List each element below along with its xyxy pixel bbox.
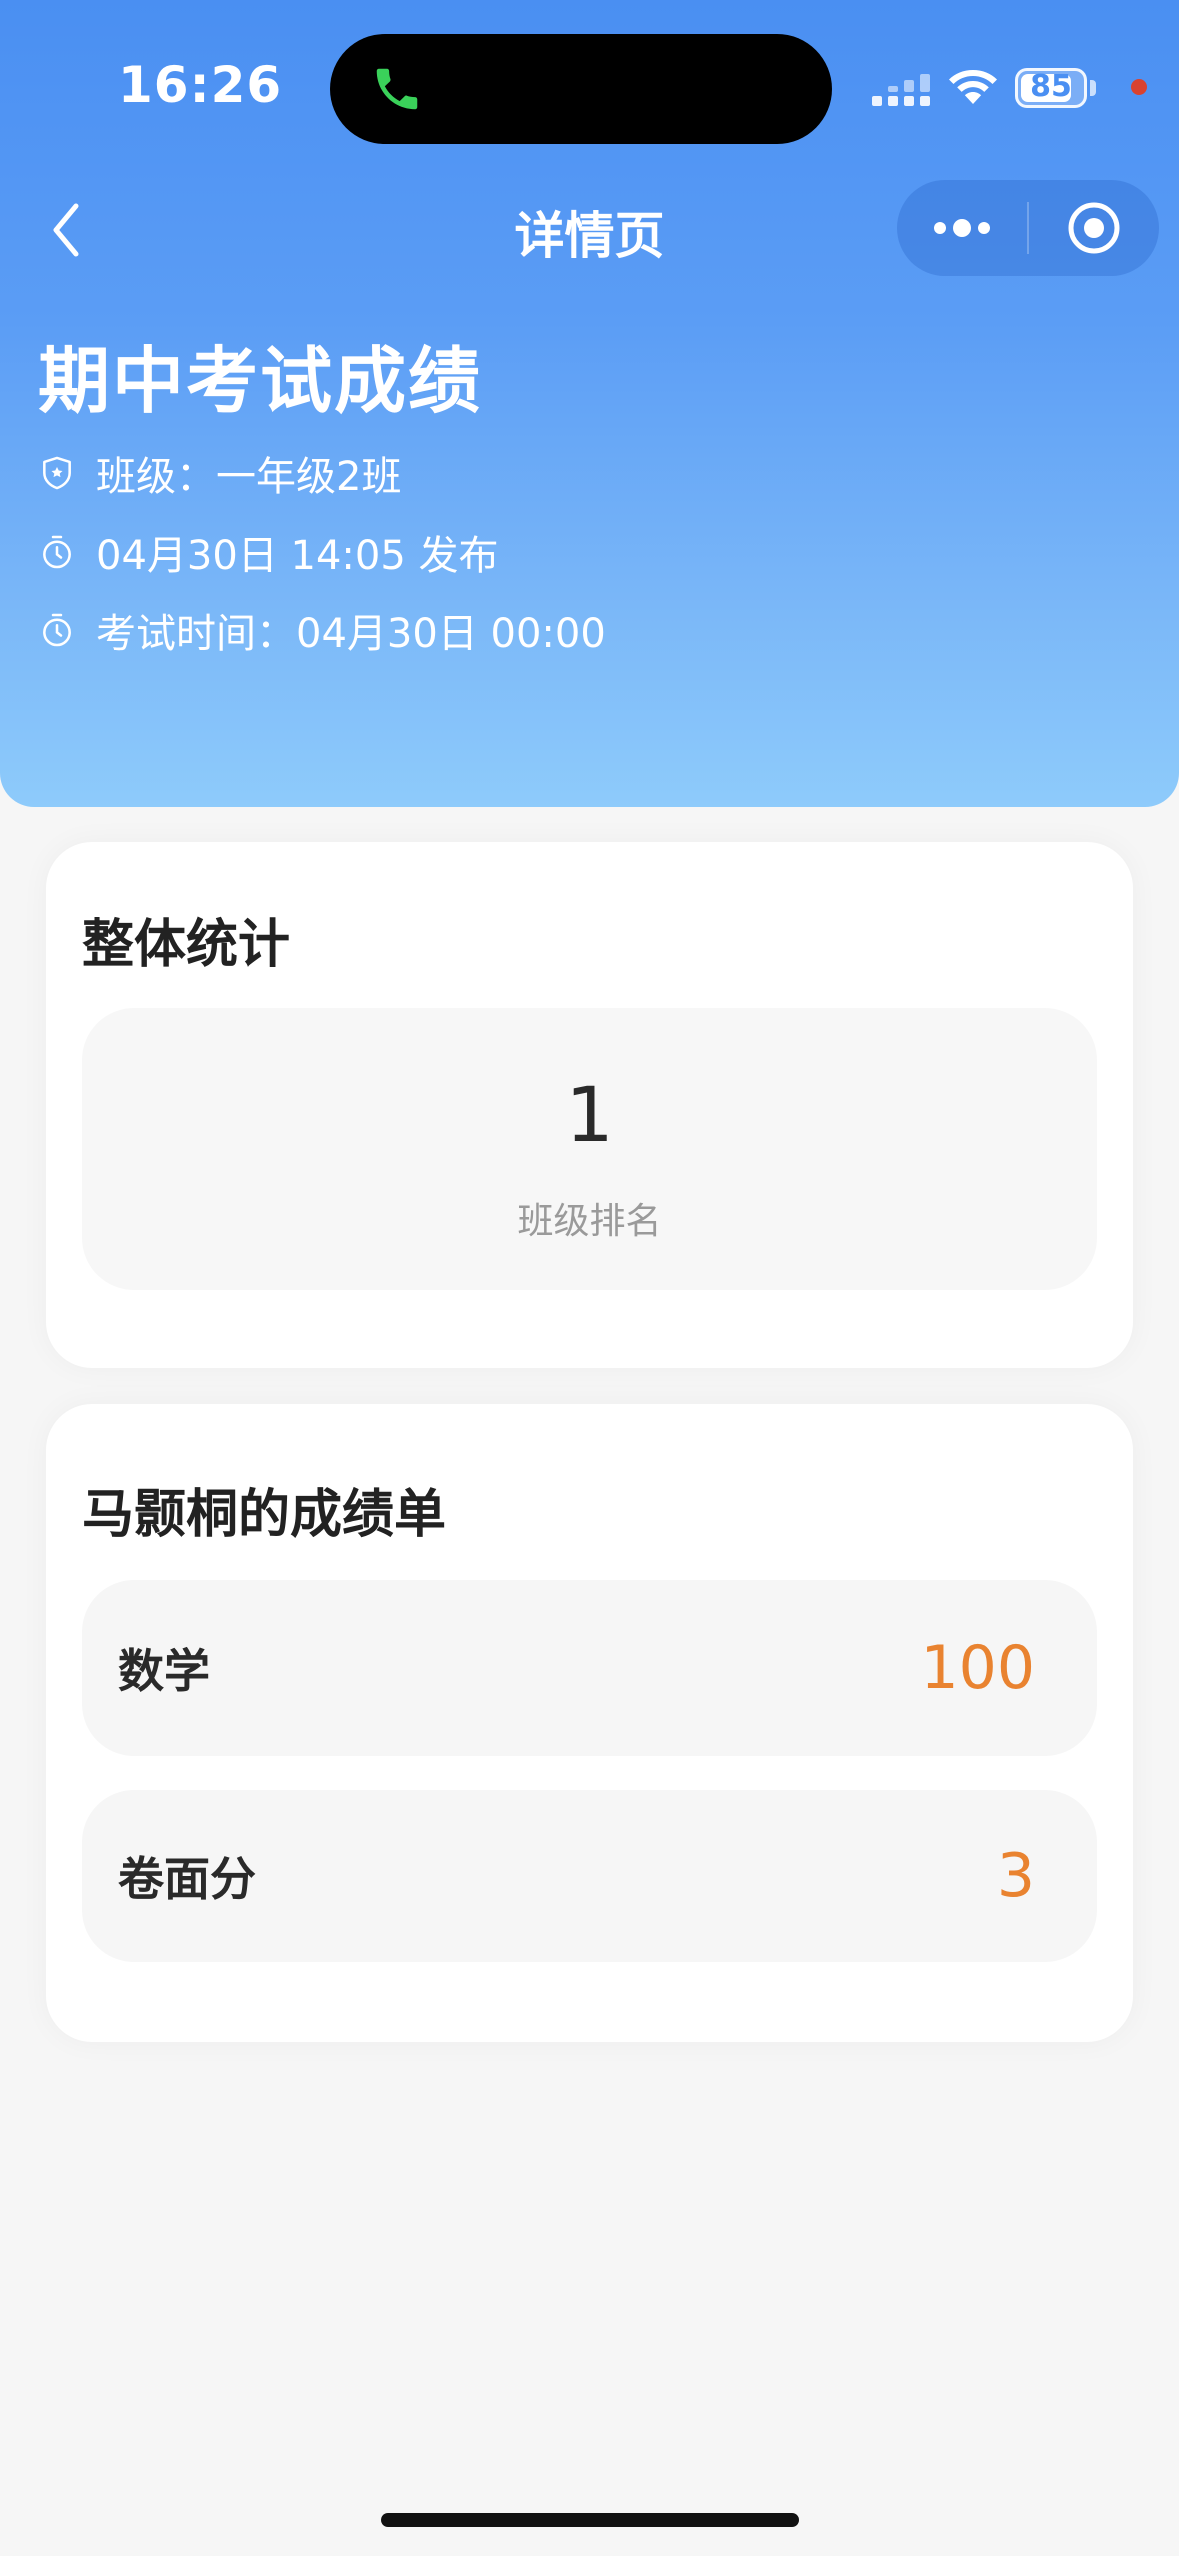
exam-time: 考试时间：04月30日 00:00: [96, 611, 606, 657]
class-rank-value: 1: [565, 1070, 614, 1159]
wifi-icon: [949, 70, 997, 104]
mini-program-capsule: [897, 180, 1159, 276]
exam-time-info: 考试时间：04月30日 00:00: [38, 605, 606, 657]
exam-title: 期中考试成绩: [38, 339, 483, 423]
class-rank-label: 班级排名: [517, 1201, 662, 1242]
more-button[interactable]: [897, 180, 1027, 276]
shield-icon: [43, 456, 71, 490]
publish-info: 04月30日 14:05 发布: [38, 527, 499, 579]
battery-percent: 85: [1030, 69, 1072, 104]
phone-call-icon: [376, 68, 418, 110]
status-time: 16:26: [118, 56, 283, 114]
dynamic-island[interactable]: [330, 34, 832, 144]
target-circle-icon: [1068, 202, 1120, 254]
stats-title: 整体统计: [82, 915, 291, 975]
cellular-signal-icon: [872, 74, 930, 106]
publish-time: 04月30日 14:05 发布: [96, 533, 499, 579]
score-row-math[interactable]: 数学 100: [82, 1580, 1097, 1756]
score-row-handwriting[interactable]: 卷面分 3: [82, 1790, 1097, 1962]
battery-nub: [1090, 80, 1096, 96]
class-info: 班级：一年级2班: [38, 448, 401, 500]
recording-dot: [1131, 79, 1147, 95]
timer-icon: [43, 535, 71, 569]
class-rank-box: 1 班级排名: [82, 1008, 1097, 1290]
overall-stats-card: 整体统计 1 班级排名: [46, 842, 1133, 1368]
class-label: 班级：一年级2班: [96, 454, 402, 500]
close-mini-program-button[interactable]: [1029, 180, 1159, 276]
subject-name: 卷面分: [118, 1852, 256, 1906]
subject-score: 100: [920, 1633, 1035, 1703]
subject-score: 3: [996, 1841, 1035, 1911]
battery-indicator: 85: [1015, 68, 1087, 108]
more-dots-icon: [934, 219, 990, 237]
score-report-title: 马颢桐的成绩单: [82, 1485, 447, 1545]
home-indicator[interactable]: [381, 2513, 799, 2527]
timer-icon: [43, 613, 71, 647]
subject-name: 数学: [118, 1644, 210, 1698]
score-report-card: 马颢桐的成绩单 数学 100 卷面分 3: [46, 1404, 1133, 2042]
